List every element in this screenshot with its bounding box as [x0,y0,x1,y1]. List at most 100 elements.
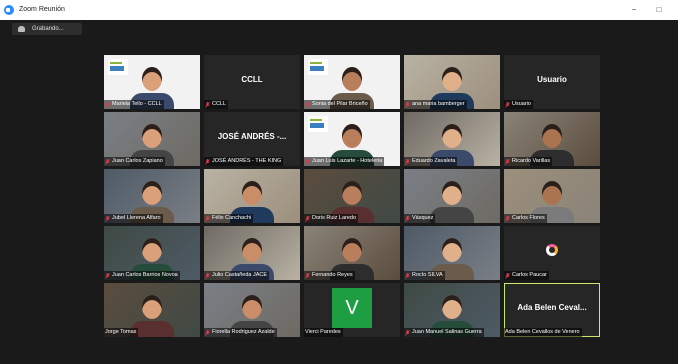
participant-display-name: JOSÉ ANDRÉS -... [217,132,287,141]
muted-mic-icon [205,215,210,222]
participant-name-label: Eduardo Zavaleta [404,157,458,166]
participant-name: Félix Canchachi [212,215,252,221]
participant-name: Jorge Tomas [105,329,137,335]
muted-mic-icon [105,272,110,279]
participant-name: Eduardo Zavaleta [412,158,456,164]
participant-name: ana maria bamberger [412,101,465,107]
cloud-recording-icon [18,26,25,32]
participant-name: Sonia del Pilar Briceño [312,101,368,107]
participant-name: Rocío SILVA [412,272,443,278]
participant-tile[interactable]: Fiorella Rodriguez Azalde [204,283,300,337]
participant-name: Usuario [512,101,531,107]
participant-name-label: Vierci Paredes [304,328,343,337]
participant-tile[interactable]: Julio Castañeda JACE [204,226,300,280]
participant-tile[interactable]: Juan Luis Lazarte - Hoteleria [304,112,400,166]
participant-display-name: Usuario [537,75,567,84]
participant-tile[interactable]: Usuario Usuario [504,55,600,109]
muted-mic-icon [305,272,310,279]
participant-tile[interactable]: Sonia del Pilar Briceño [304,55,400,109]
participant-name-label: Mariela Tello - CCLL [104,100,164,109]
participant-name-label: Juan Manuel Salinas Guerra [404,328,484,337]
window-title: Zoom Reunión [19,6,65,13]
participant-name-label: Jubel Llerena Alfaro [104,214,163,223]
participant-name: Carlos Paucar [512,272,547,278]
participant-name-label: Fernando Reyes [304,271,355,280]
title-bar: Zoom Reunión − □ [0,0,678,20]
participant-name-label: Ricardo Varillas [504,157,553,166]
participant-name-label: Fiorella Rodriguez Azalde [204,328,277,337]
participant-name: Fiorella Rodriguez Azalde [212,329,275,335]
muted-mic-icon [405,101,410,108]
participant-tile[interactable]: Félix Canchachi [204,169,300,223]
participant-name: Vásquez [412,215,434,221]
participant-tile[interactable]: Jorge Tomas [104,283,200,337]
muted-mic-icon [205,272,210,279]
participant-tile[interactable]: Juan Carlos Zapiano [104,112,200,166]
participant-name: Juan Carlos Zapiano [112,158,163,164]
muted-mic-icon [505,101,510,108]
participant-tile[interactable]: Juan Manuel Salinas Guerra [404,283,500,337]
participant-name: Ricardo Varillas [512,158,551,164]
participant-tile[interactable]: Fernando Reyes [304,226,400,280]
participant-name-label: Félix Canchachi [204,214,254,223]
participant-name-label: Ada Belen Cevallos de Venero [504,328,582,337]
participant-tile[interactable]: ana maria bamberger [404,55,500,109]
muted-mic-icon [505,158,510,165]
participant-display-name: Ada Belen Ceval... [517,303,587,312]
participant-tile[interactable]: V Vierci Paredes [304,283,400,337]
participant-name-label: ana maria bamberger [404,100,467,109]
participant-name: Fernando Reyes [312,272,353,278]
muted-mic-icon [505,215,510,222]
participant-tile[interactable]: Juan Carlos Barrios Novoa [104,226,200,280]
participant-name: Julio Castañeda JACE [212,272,268,278]
muted-mic-icon [405,215,410,222]
participant-name: Mariela Tello - CCLL [112,101,162,107]
muted-mic-icon [305,101,310,108]
participant-tile[interactable]: Doris Ruiz Laredo [304,169,400,223]
muted-mic-icon [405,158,410,165]
participant-name-label: Julio Castañeda JACE [204,271,270,280]
participant-tile[interactable]: CCLL CCLL [204,55,300,109]
participant-tile[interactable]: Mariela Tello - CCLL [104,55,200,109]
maximize-button[interactable]: □ [651,2,667,18]
participant-tile[interactable]: Carlos Paucar [504,226,600,280]
participant-tile[interactable]: Ada Belen Ceval... Ada Belen Cevallos de … [504,283,600,337]
muted-mic-icon [205,101,210,108]
participant-name-label: Juan Carlos Barrios Novoa [104,271,180,280]
participant-initial-avatar: V [332,288,372,328]
participant-name: Carlos Flores [512,215,545,221]
muted-mic-icon [505,272,510,279]
participant-tile[interactable]: Carlos Flores [504,169,600,223]
participant-name-label: Vásquez [404,214,436,223]
participant-name-label: CCLL [204,100,229,109]
recording-indicator[interactable]: Grabando... [12,23,82,35]
participant-tile[interactable]: Ricardo Varillas [504,112,600,166]
participant-name-label: Carlos Paucar [504,271,549,280]
muted-mic-icon [405,272,410,279]
minimize-button[interactable]: − [626,2,642,18]
participant-name: Jubel Llerena Alfaro [112,215,161,221]
participant-name-label: JOSÉ ANDRÉS - THE KING [204,157,284,166]
participant-tile[interactable]: Vásquez [404,169,500,223]
participant-tile[interactable]: JOSÉ ANDRÉS -... JOSÉ ANDRÉS - THE KING [204,112,300,166]
participant-tile[interactable]: Rocío SILVA [404,226,500,280]
muted-mic-icon [105,215,110,222]
muted-mic-icon [205,329,210,336]
muted-mic-icon [305,215,310,222]
participant-tile[interactable]: Eduardo Zavaleta [404,112,500,166]
muted-mic-icon [405,329,410,336]
participant-name: Vierci Paredes [305,329,341,335]
participant-name: Juan Carlos Barrios Novoa [112,272,178,278]
participant-name-label: Doris Ruiz Laredo [304,214,359,223]
participant-name: Juan Luis Lazarte - Hoteleria [312,158,383,164]
muted-mic-icon [105,101,110,108]
zoom-camera-icon [4,5,14,15]
participant-name: JOSÉ ANDRÉS - THE KING [212,158,282,164]
participant-tile[interactable]: Jubel Llerena Alfaro [104,169,200,223]
muted-mic-icon [305,158,310,165]
participant-name-label: Carlos Flores [504,214,547,223]
profile-ring-icon [546,244,558,256]
participant-name-label: Juan Luis Lazarte - Hoteleria [304,157,385,166]
participant-name: Juan Manuel Salinas Guerra [412,329,482,335]
recording-label: Grabando... [32,26,64,32]
